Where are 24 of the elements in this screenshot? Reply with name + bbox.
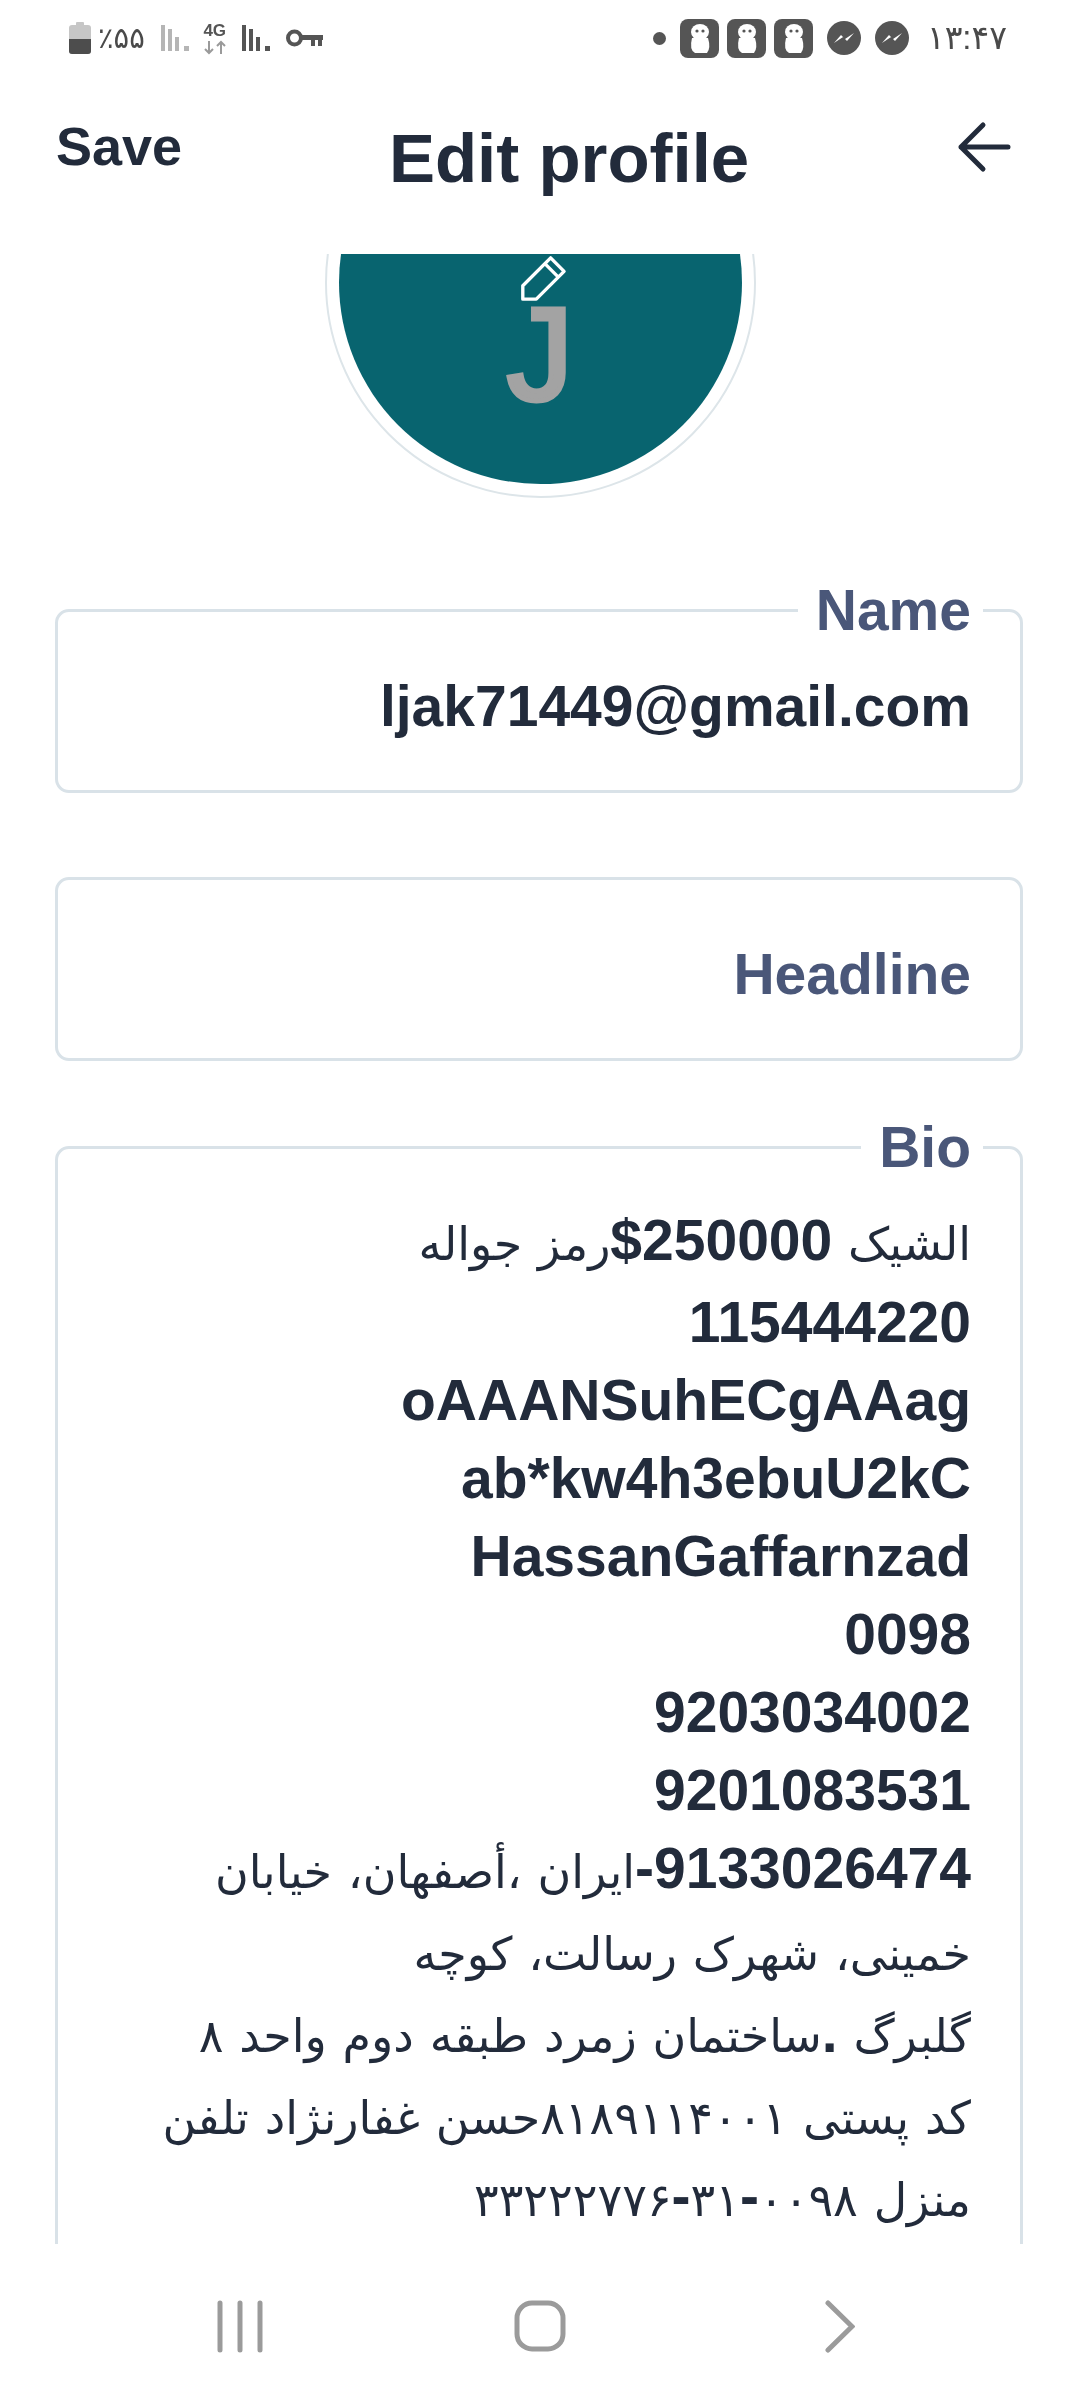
- battery-percent: ٪۵۵: [98, 22, 145, 54]
- page-title: Edit profile: [387, 124, 751, 194]
- save-button[interactable]: Save: [56, 119, 183, 173]
- battery-icon: [69, 22, 91, 54]
- home-icon[interactable]: [514, 2300, 566, 2352]
- network-label: 4G: [203, 21, 227, 39]
- nav-back-icon[interactable]: [825, 2299, 855, 2353]
- back-arrow-icon[interactable]: [956, 121, 1011, 173]
- clock-time: ۱۳:۴۷: [926, 19, 1007, 57]
- field-value: ljak71449@gmail.com: [379, 674, 971, 738]
- text-field[interactable]: Name ljak71449@gmail.com: [55, 582, 1023, 793]
- data-arrows-icon: [201, 39, 228, 55]
- chat-bolt-icon: [874, 21, 909, 55]
- text-field[interactable]: Headline: [55, 877, 1023, 1061]
- mascot-app-icon: [726, 18, 766, 58]
- mascot-app-icon: [773, 18, 813, 58]
- signal-icon: [241, 25, 270, 51]
- chat-bolt-icon: [826, 21, 861, 55]
- recent-apps-icon[interactable]: [216, 2299, 264, 2353]
- avatar-initial: J: [507, 305, 573, 405]
- key-icon: [285, 28, 323, 48]
- signal-icon: [160, 25, 189, 51]
- notification-dot-icon: [652, 31, 666, 45]
- mascot-app-icon: [679, 18, 719, 58]
